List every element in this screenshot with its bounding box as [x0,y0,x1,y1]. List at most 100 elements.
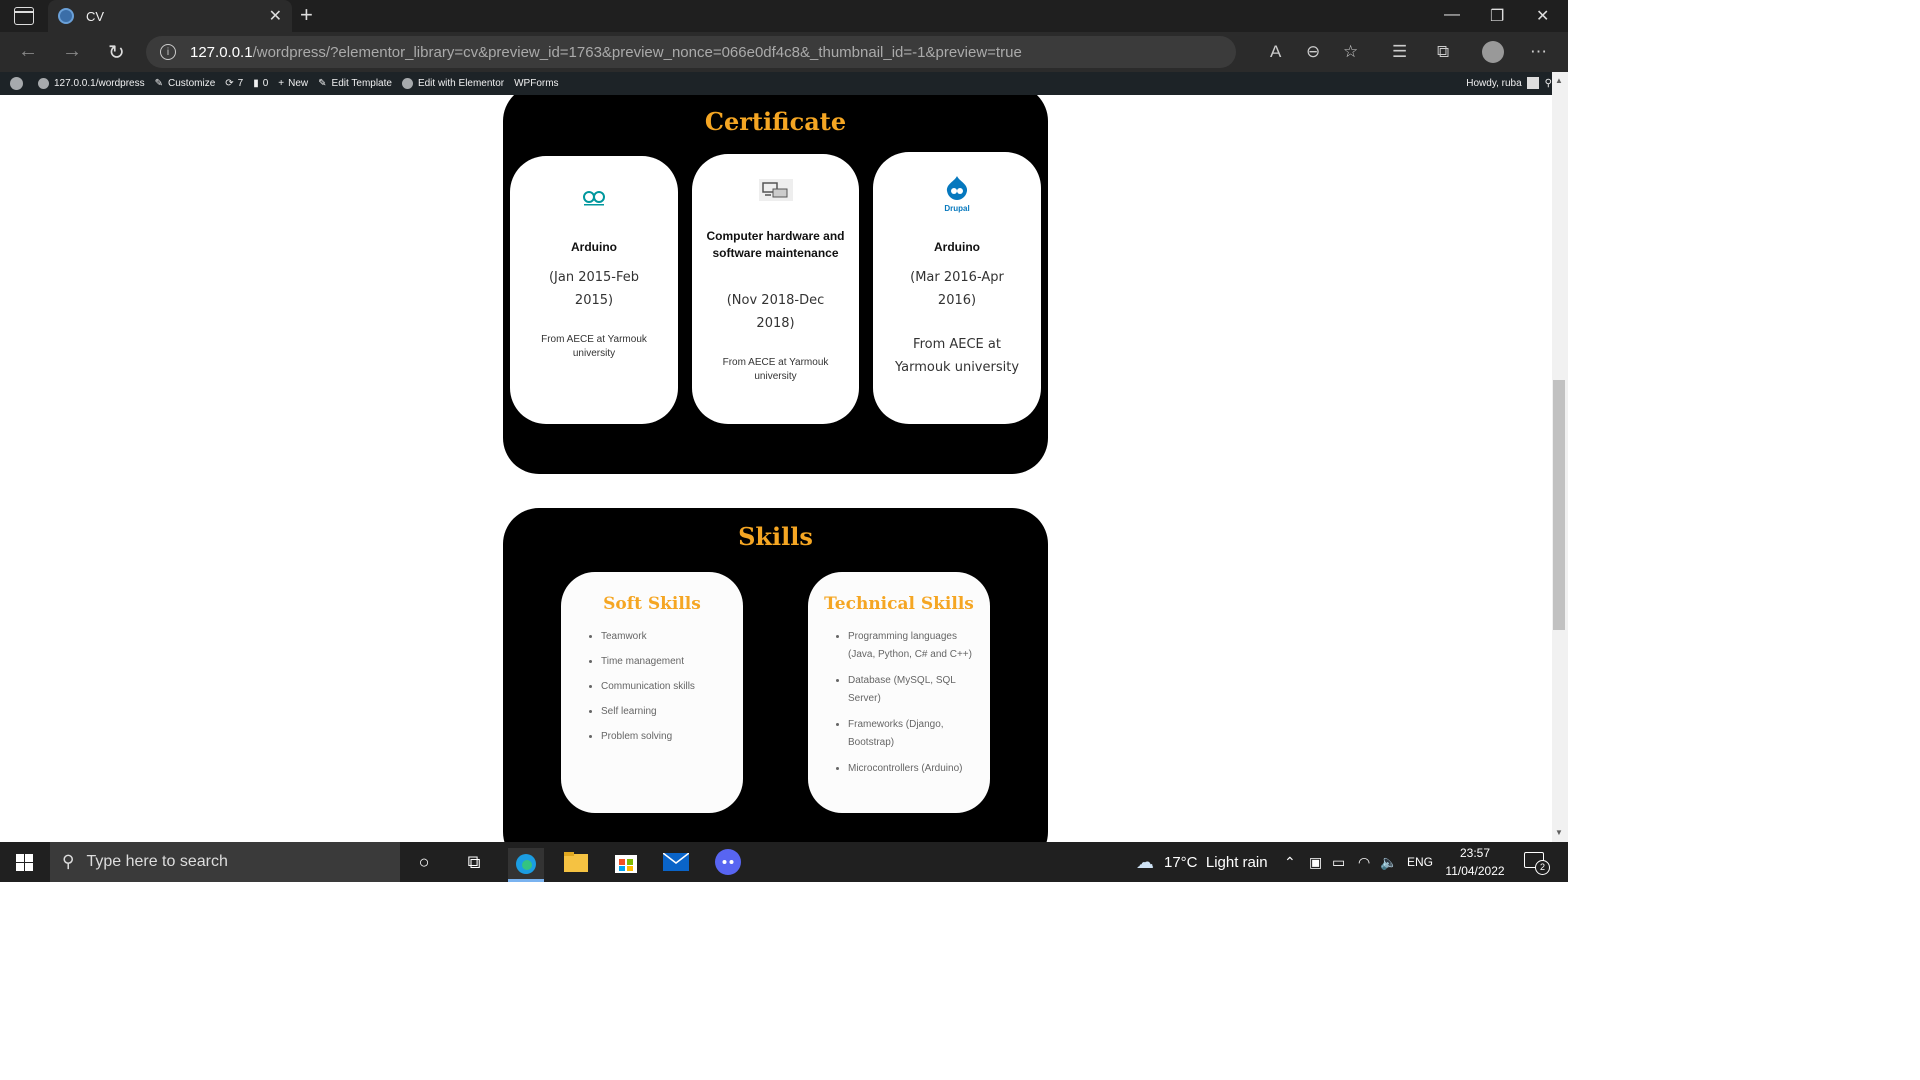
skills-title: Skills [738,522,813,551]
file-explorer-icon[interactable] [562,848,590,876]
forward-icon[interactable]: → [62,40,82,63]
certificate-section: Certificate Arduino (Jan 2015-Feb 2015) … [503,95,1048,474]
list-item: Programming languages (Java, Python, C# … [848,628,982,664]
microsoft-store-icon[interactable] [612,848,640,876]
certificate-name: Arduino [571,240,617,254]
list-item: Time management [601,653,733,671]
drupal-wordmark: Drupal [944,204,970,213]
page-content: Certificate Arduino (Jan 2015-Feb 2015) … [0,95,1552,842]
list-item: Communication skills [601,678,733,696]
certificate-title: Certificate [704,107,847,136]
show-hidden-icons[interactable]: ⌃ [1284,842,1296,882]
cortana-icon[interactable]: ○ [410,848,438,876]
technical-skills-list: Programming languages (Java, Python, C# … [848,628,982,786]
search-icon[interactable]: ⚲ [1545,78,1552,89]
language-indicator[interactable]: ENG [1407,842,1433,882]
add-favorite-icon[interactable]: ☆ [1343,42,1358,62]
site-info-icon[interactable]: i [160,44,176,60]
discord-icon[interactable] [714,848,742,876]
url-path: /wordpress/?elementor_library=cv&preview… [252,43,1022,61]
certificate-date: (Mar 2016-Apr 2016) [910,270,1004,308]
list-item: Database (MySQL, SQL Server) [848,672,982,708]
wp-comments-link[interactable]: ▮ 0 [253,78,268,89]
certificate-name: Computer hardware and software maintenan… [706,229,845,260]
wp-new-link[interactable]: + New [278,78,308,89]
volume-icon[interactable]: 🔈 [1380,842,1397,882]
restore-icon[interactable]: ❐ [1490,6,1504,26]
system-clock[interactable]: 23:57 11/04/2022 [1440,844,1510,880]
page-scrollbar[interactable]: ▲ ▼ [1552,72,1568,842]
search-placeholder: Type here to search [86,853,228,870]
certificate-issuer: From AECE at Yarmouk university [541,334,647,359]
scroll-up-icon[interactable]: ▲ [1555,76,1563,85]
windows-start-icon[interactable] [16,854,33,871]
certificate-card: Arduino (Jan 2015-Feb 2015) From AECE at… [510,156,678,424]
favorites-icon[interactable]: ☰ [1392,42,1407,62]
technical-skills-card: Technical Skills Programming languages (… [808,572,990,813]
zoom-icon[interactable]: ⊖ [1306,42,1320,62]
list-item: Frameworks (Django, Bootstrap) [848,716,982,752]
close-tab-icon[interactable]: ✕ [269,6,282,26]
wp-updates-link[interactable]: ⟳ 7 [225,78,243,89]
weather-widget[interactable]: ☁ 17°C Light rain [1136,842,1268,882]
task-view-icon[interactable]: ⧉ [460,848,488,876]
edge-icon[interactable] [508,848,544,882]
meet-now-icon[interactable]: ▣ [1309,842,1322,882]
more-menu-icon[interactable]: ⋯ [1530,42,1547,62]
profile-avatar[interactable] [1482,41,1504,63]
wp-edit-elementor-link[interactable]: Edit with Elementor [401,78,504,89]
certificate-card: Computer hardware and software maintenan… [692,154,859,424]
tab-favicon-icon [58,8,74,24]
skills-section: Skills Soft Skills Teamwork Time managem… [503,508,1048,842]
wp-wpforms-link[interactable]: WPForms [514,78,558,89]
wifi-icon[interactable]: ◠ [1358,842,1370,882]
comment-icon: ▮ [253,78,259,89]
scrollbar-thumb[interactable] [1553,380,1565,630]
certificate-issuer: From AECE at Yarmouk university [894,337,1020,375]
browser-titlebar: CV ✕ + — ❐ ✕ [0,0,1568,32]
list-item: Teamwork [601,628,733,646]
scroll-down-icon[interactable]: ▼ [1555,828,1563,837]
wordpress-logo-icon[interactable] [10,77,28,90]
technical-skills-title: Technical Skills [824,594,974,614]
soft-skills-list: Teamwork Time management Communication s… [601,628,733,753]
wp-site-link[interactable]: 127.0.0.1/wordpress [38,78,145,89]
mail-icon[interactable] [662,848,690,876]
read-aloud-icon[interactable]: A [1270,42,1281,62]
certificate-card: Drupal Arduino (Mar 2016-Apr 2016) From … [873,152,1041,424]
wp-customize-link[interactable]: ✎ Customize [155,78,216,89]
url-host: 127.0.0.1 [190,43,253,61]
list-item: Microcontrollers (Arduino) [848,760,982,778]
cloud-rain-icon: ☁ [1136,851,1154,872]
wp-account-menu[interactable]: Howdy, ruba ⚲ [1466,77,1552,89]
taskbar-search-box[interactable]: ⚲ Type here to search [50,842,400,882]
updates-icon: ⟳ [225,78,234,89]
wp-edit-template-link[interactable]: ✎ Edit Template [318,78,392,89]
list-item: Problem solving [601,728,733,746]
tab-actions-icon[interactable] [14,7,34,25]
plus-icon: + [278,78,285,89]
refresh-icon[interactable]: ↻ [108,40,125,65]
collections-icon[interactable]: ⧉ [1437,42,1449,62]
browser-tab[interactable]: CV ✕ [48,0,292,32]
url-field[interactable]: i 127.0.0.1/wordpress/?elementor_library… [146,36,1236,68]
minimize-icon[interactable]: — [1444,6,1460,24]
soft-skills-card: Soft Skills Teamwork Time management Com… [561,572,743,813]
search-icon: ⚲ [62,852,75,871]
brush-icon: ✎ [154,78,164,89]
certificate-issuer: From AECE at Yarmouk university [722,357,829,382]
elementor-icon [401,78,413,89]
drupal-logo-icon: Drupal [940,176,974,213]
wp-admin-bar: 127.0.0.1/wordpress ✎ Customize ⟳ 7 ▮ 0 + Ne… [0,72,1568,95]
hardware-logo-icon [758,179,793,201]
back-icon[interactable]: ← [18,40,38,63]
notification-count-badge: 2 [1535,860,1550,875]
arduino-logo-icon [583,191,605,206]
close-window-icon[interactable]: ✕ [1536,6,1549,26]
clock-date: 11/04/2022 [1445,864,1505,878]
clock-time: 23:57 [1459,846,1491,860]
new-tab-icon[interactable]: + [300,2,313,28]
user-avatar [1526,77,1539,89]
certificate-date: (Nov 2018-Dec 2018) [726,293,825,331]
battery-icon[interactable]: ▭ [1332,842,1345,882]
